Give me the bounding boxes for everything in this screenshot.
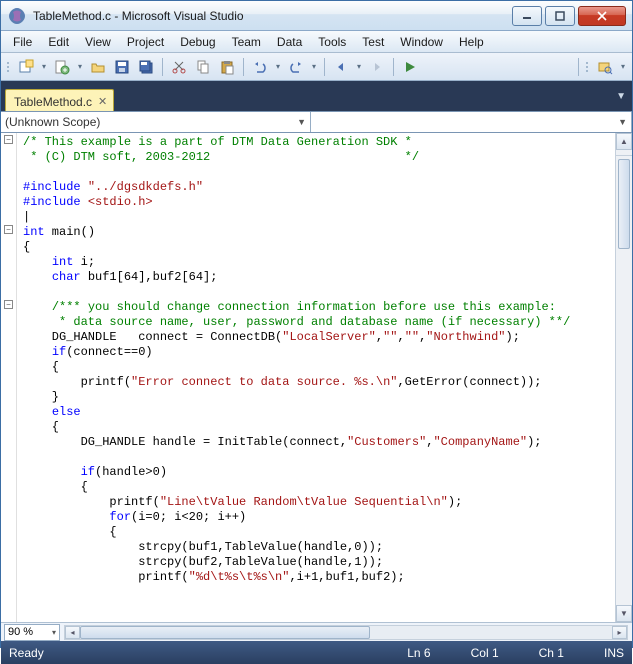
- zoom-value: 90 %: [8, 626, 33, 638]
- editor-footer: 90 % ▾ ◂ ▸: [1, 622, 632, 641]
- scroll-up-icon[interactable]: ▲: [616, 133, 632, 150]
- code-area[interactable]: /* This example is a part of DTM Data Ge…: [17, 133, 615, 622]
- statusbar: Ready Ln 6 Col 1 Ch 1 INS: [1, 641, 632, 664]
- scope-text: (Unknown Scope): [5, 115, 100, 129]
- close-button[interactable]: [578, 6, 626, 26]
- save-icon[interactable]: [111, 56, 133, 78]
- scroll-left-icon[interactable]: ◂: [65, 626, 80, 639]
- redo-icon[interactable]: [285, 56, 307, 78]
- horizontal-scrollbar[interactable]: ◂ ▸: [64, 625, 628, 640]
- menu-team[interactable]: Team: [224, 33, 269, 51]
- navigate-forward-icon[interactable]: [366, 56, 388, 78]
- undo-icon[interactable]: [249, 56, 271, 78]
- menu-tools[interactable]: Tools: [310, 33, 354, 51]
- tab-tablemethod-c[interactable]: TableMethod.c ✕: [5, 89, 114, 111]
- undo-dropdown[interactable]: ▾: [273, 62, 283, 71]
- find-icon[interactable]: [594, 56, 616, 78]
- new-project-dropdown[interactable]: ▾: [39, 62, 49, 71]
- tab-close-icon[interactable]: ✕: [98, 95, 107, 108]
- new-project-icon[interactable]: [15, 56, 37, 78]
- menu-edit[interactable]: Edit: [40, 33, 77, 51]
- menubar: File Edit View Project Debug Team Data T…: [1, 31, 632, 53]
- save-all-icon[interactable]: [135, 56, 157, 78]
- menu-debug[interactable]: Debug: [172, 33, 223, 51]
- tab-list-dropdown[interactable]: ▼: [616, 91, 626, 102]
- menu-data[interactable]: Data: [269, 33, 310, 51]
- vertical-scrollbar[interactable]: ▲ ▼: [615, 133, 632, 622]
- scope-combo[interactable]: (Unknown Scope) ▼: [1, 112, 311, 132]
- start-debug-icon[interactable]: [399, 56, 421, 78]
- chevron-down-icon: ▼: [297, 117, 306, 127]
- scroll-down-icon[interactable]: ▼: [616, 605, 632, 622]
- find-dropdown[interactable]: ▾: [618, 62, 628, 71]
- open-icon[interactable]: [87, 56, 109, 78]
- outline-gutter[interactable]: − − −: [1, 133, 17, 622]
- titlebar[interactable]: TableMethod.c - Microsoft Visual Studio: [1, 1, 632, 31]
- add-item-icon[interactable]: [51, 56, 73, 78]
- toolbar-grip[interactable]: [5, 56, 11, 78]
- chevron-down-icon: ▾: [52, 628, 56, 637]
- scroll-thumb[interactable]: [80, 626, 370, 639]
- navigate-back-icon[interactable]: [330, 56, 352, 78]
- fold-toggle[interactable]: −: [4, 135, 13, 144]
- scroll-right-icon[interactable]: ▸: [612, 626, 627, 639]
- window-title: TableMethod.c - Microsoft Visual Studio: [33, 9, 509, 23]
- menu-file[interactable]: File: [5, 33, 40, 51]
- chevron-down-icon: ▼: [618, 117, 627, 127]
- menu-test[interactable]: Test: [354, 33, 392, 51]
- fold-toggle[interactable]: −: [4, 225, 13, 234]
- paste-icon[interactable]: [216, 56, 238, 78]
- menu-window[interactable]: Window: [392, 33, 451, 51]
- zoom-combo[interactable]: 90 % ▾: [4, 624, 60, 641]
- copy-icon[interactable]: [192, 56, 214, 78]
- maximize-button[interactable]: [545, 6, 575, 26]
- document-tabstrip: TableMethod.c ✕ ▼: [1, 87, 632, 111]
- navigate-back-dropdown[interactable]: ▾: [354, 62, 364, 71]
- member-combo[interactable]: ▼: [311, 112, 632, 132]
- scroll-thumb[interactable]: [618, 159, 630, 249]
- add-item-dropdown[interactable]: ▾: [75, 62, 85, 71]
- toolbar: ▾ ▾ ▾ ▾ ▾ ▾: [1, 53, 632, 81]
- code-navbar: (Unknown Scope) ▼ ▼: [1, 111, 632, 133]
- toolbar-grip-2[interactable]: [584, 56, 590, 78]
- menu-project[interactable]: Project: [119, 33, 172, 51]
- window-controls: [509, 6, 626, 26]
- menu-help[interactable]: Help: [451, 33, 492, 51]
- redo-dropdown[interactable]: ▾: [309, 62, 319, 71]
- fold-toggle[interactable]: −: [4, 300, 13, 309]
- minimize-button[interactable]: [512, 6, 542, 26]
- code-editor[interactable]: − − − /* This example is a part of DTM D…: [1, 133, 632, 622]
- cut-icon[interactable]: [168, 56, 190, 78]
- vs-logo-icon: [7, 6, 27, 26]
- menu-view[interactable]: View: [77, 33, 119, 51]
- tab-label: TableMethod.c: [14, 95, 92, 109]
